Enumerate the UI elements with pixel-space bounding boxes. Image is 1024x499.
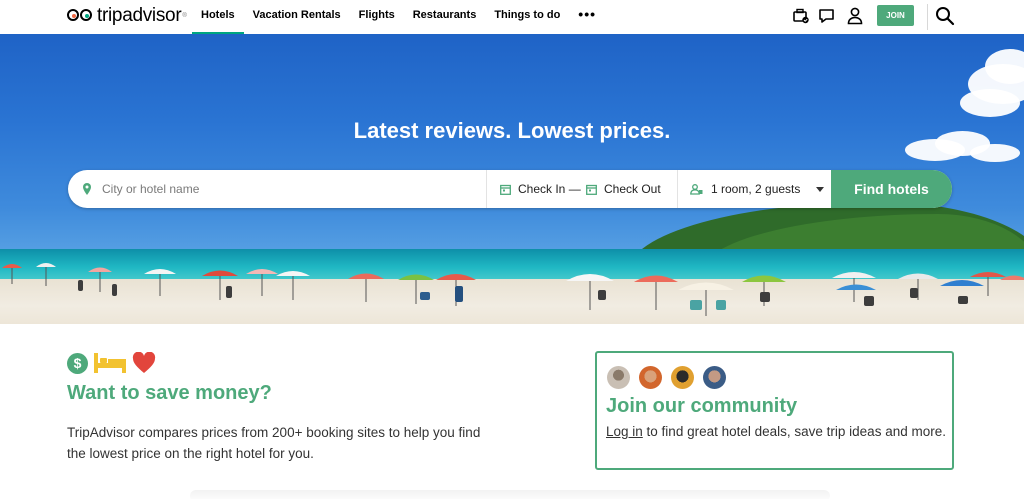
avatar [607,366,630,389]
find-hotels-button[interactable]: Find hotels [831,170,952,208]
check-out-label: Check Out [604,182,661,196]
hotel-search-bar: Check In — Check Out 1 room, 2 guests Fi… [68,170,952,208]
calendar-icon [586,184,597,195]
tab-things-to-do[interactable]: Things to do [485,0,569,34]
more-menu-button[interactable]: ••• [569,0,605,34]
calendar-icon [500,184,511,195]
location-pin-icon [83,183,91,195]
check-in-label: Check In — [518,182,581,196]
avatar [703,366,726,389]
tab-vacation-rentals[interactable]: Vacation Rentals [244,0,350,34]
owl-logo-icon [66,7,96,25]
check-in-field[interactable]: Check In — [500,170,581,208]
nav-divider [927,4,928,30]
hero-banner: Latest reviews. Lowest prices. Check In … [0,34,1024,324]
trips-icon[interactable] [792,7,810,30]
tab-hotels[interactable]: Hotels [192,0,244,34]
join-button[interactable]: JOIN [877,5,914,26]
tab-restaurants[interactable]: Restaurants [404,0,486,34]
community-description: Log in to find great hotel deals, save t… [606,421,946,442]
chevron-down-icon [816,186,825,192]
heart-icon [132,352,156,373]
guests-label: 1 room, 2 guests [711,182,801,196]
guests-icon [690,183,703,195]
dollar-icon: $ [67,352,88,374]
hero-headline: Latest reviews. Lowest prices. [353,118,671,143]
section-shadow [190,490,830,499]
profile-icon[interactable] [847,7,863,30]
log-in-link[interactable]: Log in [606,424,643,439]
save-money-title: Want to save money? [67,382,272,404]
search-separator [486,170,487,208]
messages-icon[interactable] [818,8,835,29]
join-community-card: Join our community Log in to find great … [595,351,954,470]
avatar [639,366,662,389]
tripadvisor-logo[interactable]: tripadvisor ® [66,6,187,26]
save-money-icons: $ [67,352,156,374]
community-text: to find great hotel deals, save trip ide… [642,424,946,439]
bed-icon [94,353,126,373]
location-field[interactable] [82,170,474,208]
community-avatars [607,366,735,389]
top-navigation: tripadvisor ® Hotels Vacation Rentals Fli… [0,0,1024,35]
save-money-description: TripAdvisor compares prices from 200+ bo… [67,425,481,461]
main-tabs: Hotels Vacation Rentals Flights Restaura… [192,0,605,34]
check-out-field[interactable]: Check Out [586,170,661,208]
tab-flights[interactable]: Flights [350,0,404,34]
registered-mark: ® [182,13,187,19]
community-title: Join our community [606,395,798,417]
search-icon[interactable] [935,6,955,31]
brand-name: tripadvisor [97,5,182,26]
avatar [671,366,694,389]
location-search-input[interactable] [100,181,474,197]
guests-selector[interactable]: 1 room, 2 guests [690,170,825,208]
search-separator [677,170,678,208]
